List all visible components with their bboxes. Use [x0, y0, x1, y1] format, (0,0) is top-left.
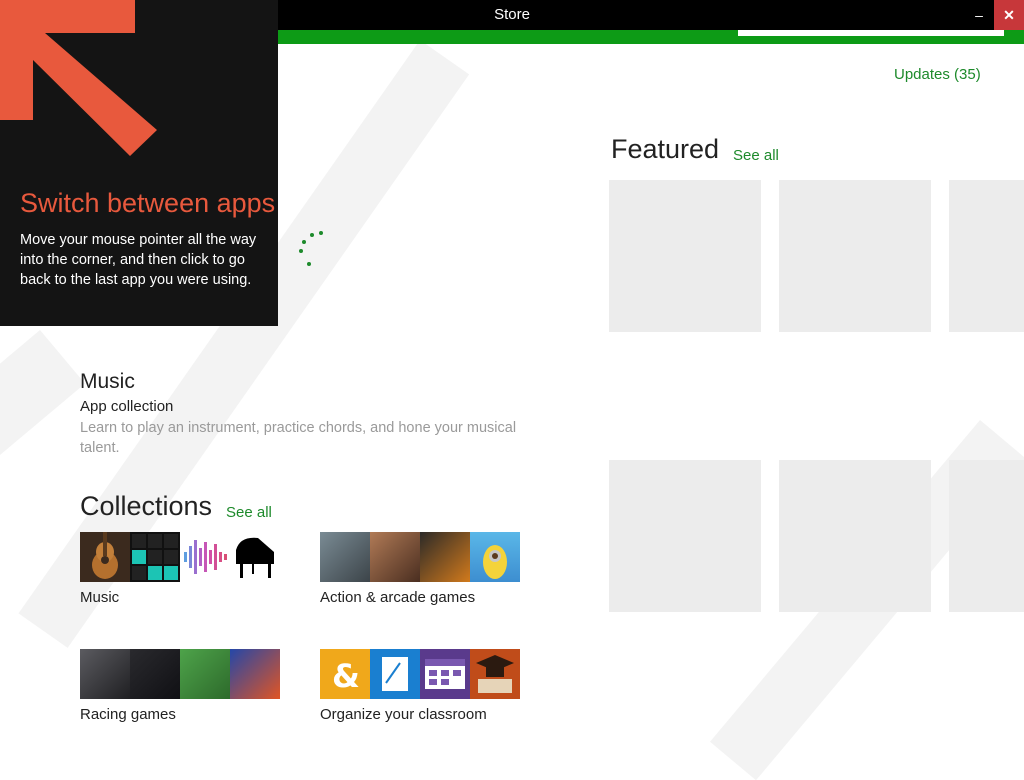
background-stripe — [0, 330, 85, 513]
piano-app-icon — [230, 532, 280, 582]
collection-label: Racing games — [80, 706, 176, 723]
featured-heading: Featured — [611, 134, 720, 164]
collection-music[interactable]: Music — [80, 532, 280, 606]
racing-car-icon — [80, 649, 130, 699]
featured-tile[interactable] — [609, 180, 761, 332]
music-promo-description: Learn to play an instrument, practice ch… — [80, 420, 517, 456]
collection-label: Organize your classroom — [320, 706, 487, 723]
sound-wave-app-icon — [180, 532, 230, 582]
music-promo-subtitle: App collection — [80, 398, 174, 415]
collections-see-all-link[interactable]: See all — [226, 504, 272, 521]
collection-racing-games[interactable]: Racing games — [80, 649, 280, 723]
collection-label: Music — [80, 589, 120, 606]
collection-thumbnails — [320, 532, 520, 582]
sword-game-icon — [420, 532, 470, 582]
fighter-game-icon — [370, 532, 420, 582]
racing-car-icon — [130, 649, 180, 699]
collections-heading: Collections — [80, 491, 213, 521]
ampersand-app-icon: & — [320, 649, 370, 699]
loading-spinner-icon — [299, 231, 323, 266]
collection-thumbnails — [80, 532, 280, 582]
search-box[interactable] — [738, 30, 1004, 36]
featured-tile[interactable] — [609, 460, 761, 612]
featured-tile[interactable] — [949, 180, 1024, 332]
switch-apps-tip: Switch between apps Move your mouse poin… — [0, 0, 278, 326]
svg-text:&: & — [332, 657, 360, 695]
collection-thumbnails — [80, 649, 280, 699]
asphalt-racing-icon — [230, 649, 280, 699]
minion-game-icon — [470, 532, 520, 582]
collection-organize-classroom[interactable]: & Organize your classroom — [320, 649, 520, 723]
updates-link[interactable]: Updates (35) — [894, 66, 981, 83]
shooter-game-icon — [320, 532, 370, 582]
monster-truck-icon — [180, 649, 230, 699]
featured-tile[interactable] — [779, 460, 931, 612]
collection-label: Action & arcade games — [320, 589, 476, 606]
featured-tile[interactable] — [949, 460, 1024, 612]
guitar-app-icon — [80, 532, 130, 582]
whiteboard-app-icon — [370, 649, 420, 699]
minimize-button[interactable]: – — [964, 0, 994, 30]
corner-arrow-icon — [0, 0, 157, 156]
close-button[interactable]: ✕ — [994, 0, 1024, 30]
drum-pad-app-icon — [130, 532, 180, 582]
graduation-cap-icon — [470, 649, 520, 699]
music-promo-title[interactable]: Music — [80, 370, 135, 394]
calendar-app-icon — [420, 649, 470, 699]
featured-tile[interactable] — [779, 180, 931, 332]
featured-see-all-link[interactable]: See all — [733, 147, 779, 164]
tip-body: Move your mouse pointer all the way into… — [20, 232, 257, 288]
tip-title: Switch between apps — [20, 188, 276, 218]
collection-thumbnails: & — [320, 649, 520, 699]
collection-action-arcade-games[interactable]: Action & arcade games — [320, 532, 520, 606]
